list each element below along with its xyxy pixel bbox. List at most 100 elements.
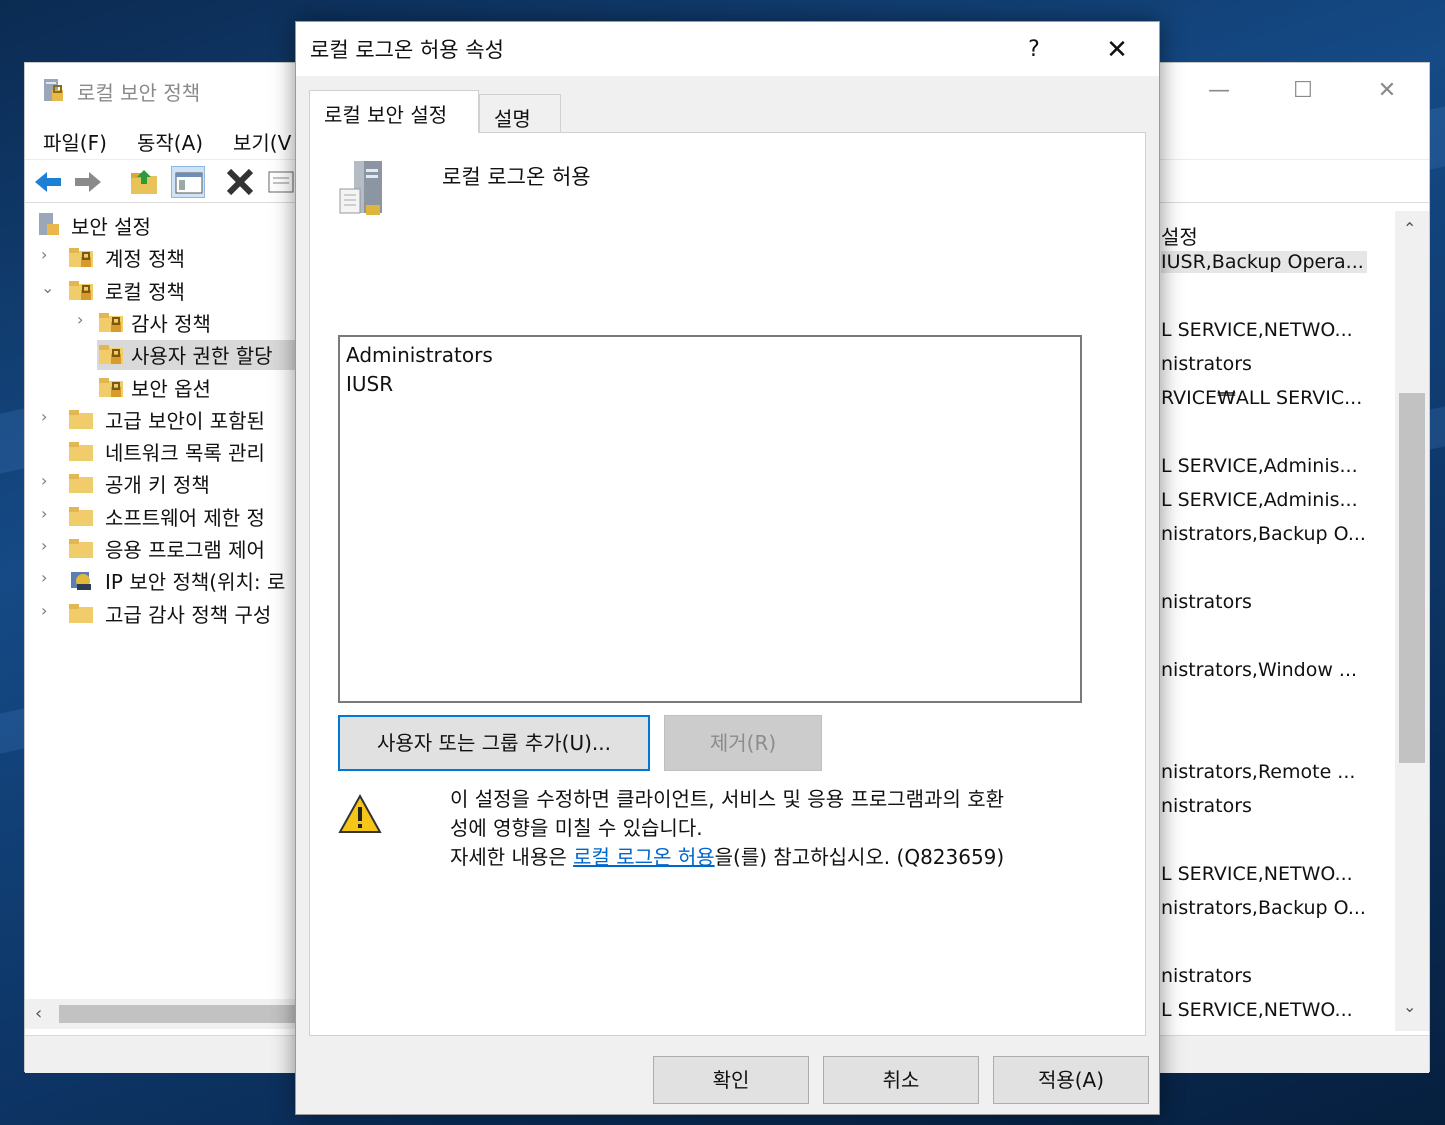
table-row[interactable]: L SERVICE,NETWO... — [1161, 863, 1353, 885]
apply-button[interactable]: 적용(A) — [993, 1056, 1149, 1104]
menu-view[interactable]: 보기(V — [233, 127, 291, 156]
vertical-scrollbar[interactable]: ⌃ ⌄ — [1395, 211, 1429, 1031]
expand-chevron-icon[interactable]: › — [41, 245, 55, 264]
folder-icon — [69, 506, 93, 526]
table-row[interactable]: L SERVICE,NETWO... — [1161, 319, 1353, 341]
warning-suffix: 을(를) 참고하십시오. (Q823659) — [714, 845, 1005, 869]
table-row[interactable]: nistrators — [1161, 591, 1252, 613]
close-button[interactable]: ✕ — [1357, 73, 1417, 109]
table-row[interactable]: nistrators — [1161, 353, 1252, 375]
expand-chevron-icon[interactable]: › — [41, 568, 55, 587]
tree-item-label: 공개 키 정책 — [105, 473, 210, 498]
up-folder-icon — [131, 170, 157, 194]
mmc-title: 로컬 보안 정책 — [77, 81, 201, 105]
security-policy-icon — [44, 79, 63, 101]
tree-item-label: 사용자 권한 할당 — [131, 344, 273, 369]
list-item[interactable]: IUSR — [346, 372, 393, 396]
scroll-down-icon[interactable]: ⌄ — [1403, 997, 1416, 1016]
console-tree: 보안 설정 › 계정 정책 ⌄ 로컬 정책 › 감사 정책 사용자 권한 할당 보안 옵션 › 고급… — [25, 211, 297, 1001]
tree-item[interactable]: 네트워크 목록 관리 — [25, 437, 297, 467]
expand-chevron-icon[interactable]: › — [41, 601, 55, 620]
menu-file[interactable]: 파일(F) — [43, 127, 107, 156]
tree-item[interactable]: › 공개 키 정책 — [25, 469, 297, 499]
forward-button[interactable] — [71, 166, 105, 198]
members-listbox[interactable]: Administrators IUSR — [338, 335, 1082, 703]
table-row[interactable]: RVICE₩ALL SERVIC... — [1161, 387, 1362, 409]
expand-chevron-icon[interactable]: › — [41, 471, 55, 490]
table-row[interactable]: nistrators — [1161, 965, 1252, 987]
tree-item[interactable]: 보안 옵션 — [97, 373, 297, 403]
properties-icon — [268, 171, 294, 193]
allow-local-logon-link[interactable]: 로컬 로그온 허용 — [573, 845, 715, 869]
table-row[interactable]: nistrators,Backup O... — [1161, 523, 1366, 545]
tab-explain[interactable]: 설명 — [479, 94, 561, 132]
tree-item[interactable]: › IP 보안 정책(위치: 로 — [25, 566, 297, 596]
add-user-or-group-button[interactable]: 사용자 또는 그룹 추가(U)... — [338, 715, 650, 771]
maximize-button[interactable]: ☐ — [1273, 73, 1333, 109]
warning-icon — [338, 793, 382, 833]
folder-icon — [99, 377, 123, 397]
horizontal-scrollbar[interactable]: ‹ — [25, 999, 297, 1029]
help-button[interactable]: ? — [1012, 30, 1056, 70]
tree-item-label: 보안 설정 — [71, 215, 151, 239]
scroll-left-icon[interactable]: ‹ — [35, 1003, 42, 1024]
back-button[interactable] — [31, 166, 65, 198]
tree-item[interactable]: › 감사 정책 — [77, 308, 297, 338]
scroll-thumb[interactable] — [59, 1005, 295, 1023]
expand-chevron-icon[interactable]: ⌄ — [41, 278, 55, 297]
tree-item[interactable]: › 응용 프로그램 제어 — [25, 534, 297, 564]
expand-chevron-icon[interactable]: › — [41, 504, 55, 523]
table-row[interactable]: L SERVICE,NETWO... — [1161, 999, 1353, 1021]
properties-button[interactable] — [265, 166, 299, 198]
expand-chevron-icon[interactable]: › — [41, 536, 55, 555]
dialog-title-bar: 로컬 로그온 허용 속성 ? ✕ — [296, 22, 1159, 76]
list-item[interactable]: Administrators — [346, 343, 493, 367]
ip-security-icon — [71, 572, 91, 591]
folder-icon — [99, 312, 123, 332]
tree-item[interactable]: › 고급 감사 정책 구성 — [25, 599, 297, 629]
policy-server-icon — [339, 161, 382, 215]
tree-item[interactable]: 사용자 권한 할당 — [97, 340, 297, 371]
table-row[interactable]: nistrators,Remote ... — [1161, 761, 1355, 783]
tree-item-label: 감사 정책 — [131, 311, 211, 336]
table-row[interactable]: nistrators,Window ... — [1161, 659, 1357, 681]
scroll-up-icon[interactable]: ⌃ — [1403, 219, 1416, 238]
cancel-button[interactable]: 취소 — [823, 1056, 979, 1104]
tab-panel: 로컬 로그온 허용 Administrators IUSR 사용자 또는 그룹 … — [309, 132, 1146, 1036]
tree-item[interactable]: › 소프트웨어 제한 정 — [25, 502, 297, 532]
table-row[interactable]: nistrators — [1161, 795, 1252, 817]
warning-line: 이 설정을 수정하면 클라이언트, 서비스 및 응용 프로그램과의 호환 — [450, 787, 1005, 811]
tree-item[interactable]: 보안 설정 — [25, 211, 297, 241]
folder-icon — [99, 345, 123, 365]
warning-line: 성에 영향을 미칠 수 있습니다. — [450, 816, 703, 840]
up-folder-button[interactable] — [127, 166, 161, 198]
delete-button[interactable] — [223, 166, 257, 198]
column-header-setting[interactable]: 설정 — [1161, 221, 1198, 250]
table-row[interactable]: IUSR,Backup Opera... — [1161, 251, 1367, 273]
delete-x-icon — [226, 168, 254, 196]
menu-action[interactable]: 동작(A) — [137, 127, 203, 156]
scroll-thumb[interactable] — [1399, 393, 1425, 763]
tree-item[interactable]: › 고급 보안이 포함된 — [25, 405, 297, 435]
tree-item-label: 보안 옵션 — [131, 376, 211, 401]
tab-local-security-setting[interactable]: 로컬 보안 설정 — [309, 90, 479, 133]
minimize-button[interactable]: — — [1189, 73, 1249, 109]
tree-item[interactable]: › 계정 정책 — [25, 243, 297, 273]
expand-chevron-icon[interactable]: › — [77, 310, 91, 329]
forward-arrow-icon — [75, 172, 101, 192]
tree-item-label: 계정 정책 — [105, 247, 185, 272]
tree-item[interactable]: ⌄ 로컬 정책 — [25, 276, 297, 306]
folder-icon — [69, 603, 93, 623]
tree-item-label: 고급 감사 정책 구성 — [105, 602, 272, 627]
dialog-close-button[interactable]: ✕ — [1092, 30, 1142, 70]
folder-icon — [69, 280, 93, 300]
show-hide-tree-button[interactable] — [171, 166, 205, 198]
table-row[interactable]: nistrators,Backup O... — [1161, 897, 1366, 919]
tree-item-label: 네트워크 목록 관리 — [105, 441, 265, 466]
ok-button[interactable]: 확인 — [653, 1056, 809, 1104]
remove-button[interactable]: 제거(R) — [664, 715, 822, 771]
table-row[interactable]: L SERVICE,Adminis... — [1161, 455, 1358, 477]
folder-icon — [69, 442, 93, 462]
table-row[interactable]: L SERVICE,Adminis... — [1161, 489, 1358, 511]
expand-chevron-icon[interactable]: › — [41, 407, 55, 426]
